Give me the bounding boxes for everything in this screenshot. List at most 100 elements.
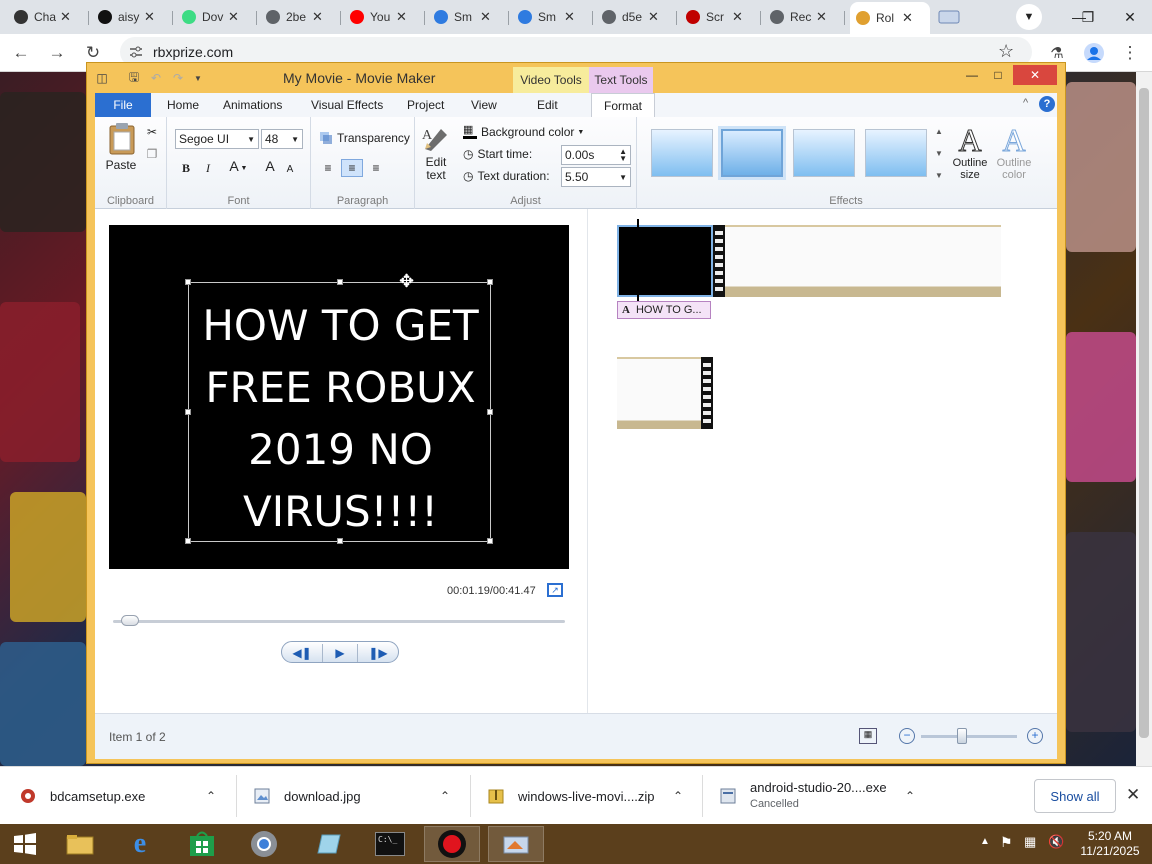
font-size-select[interactable]: 48 ▼ [261, 129, 303, 149]
tab-close-icon[interactable]: ✕ [732, 9, 743, 25]
browser-tab[interactable]: Rol ✕ [850, 2, 930, 34]
italic-button[interactable]: I [199, 159, 217, 177]
tab-close-icon[interactable]: ✕ [312, 9, 323, 25]
action-center-flag-icon[interactable]: ⚑ [1000, 834, 1013, 851]
start-button[interactable] [0, 826, 50, 862]
chevron-up-icon[interactable]: ⌃ [206, 789, 216, 803]
system-clock[interactable]: 5:20 AM 11/21/2025 [1070, 829, 1150, 859]
resize-handle[interactable] [337, 279, 343, 285]
align-center-button[interactable]: ≡ [341, 159, 363, 177]
zoom-slider-track[interactable] [921, 735, 1017, 738]
caption-track-item[interactable]: A HOW TO G... [617, 301, 711, 319]
volume-muted-icon[interactable]: 🔇 [1048, 834, 1064, 850]
tab-close-icon[interactable]: ✕ [228, 9, 239, 25]
mm-minimize-button[interactable]: — [959, 65, 985, 85]
paste-button[interactable]: Paste [101, 123, 141, 179]
outline-size-button[interactable]: A Outline size [949, 123, 991, 182]
chevron-up-icon[interactable]: ⌃ [905, 789, 915, 803]
close-window-button[interactable]: ✕ [1108, 0, 1152, 34]
video-clip-thumbnail[interactable] [725, 225, 1001, 297]
tab-close-icon[interactable]: ✕ [902, 10, 913, 26]
copy-icon[interactable]: ❐ [143, 145, 161, 163]
movie-maker-taskbar-icon[interactable] [488, 826, 544, 862]
page-scrollbar-thumb[interactable] [1139, 88, 1149, 738]
command-prompt-icon[interactable]: C:\_ [362, 826, 418, 862]
resize-handle[interactable] [487, 279, 493, 285]
browser-tab[interactable]: d5e ✕ [596, 4, 672, 30]
customize-toolbar-icon[interactable]: ▼ [191, 71, 205, 85]
show-all-button[interactable]: Show all [1034, 779, 1116, 813]
tray-overflow-icon[interactable]: ▲ [980, 836, 990, 847]
effects-more-icon[interactable]: ▼ [935, 171, 943, 180]
app-menu-icon[interactable]: ◫ [95, 71, 109, 85]
mm-maximize-button[interactable]: □ [985, 65, 1011, 85]
forward-button[interactable]: → [44, 40, 70, 66]
seek-bar[interactable] [113, 620, 565, 623]
tab-close-icon[interactable]: ✕ [396, 9, 407, 25]
bookmark-star-icon[interactable]: ☆ [998, 41, 1014, 62]
close-downloads-icon[interactable]: ✕ [1126, 785, 1140, 805]
tab-close-icon[interactable]: ✕ [144, 9, 155, 25]
collapse-ribbon-icon[interactable]: ^ [1023, 97, 1028, 109]
play-button[interactable]: ▶ [322, 644, 358, 662]
browser-tab[interactable]: 2be ✕ [260, 4, 336, 30]
site-info-icon[interactable] [129, 45, 143, 59]
tab-home[interactable]: Home [155, 93, 211, 117]
bandicam-icon[interactable] [424, 826, 480, 862]
seek-bar-thumb[interactable] [120, 615, 139, 626]
tab-format[interactable]: Format [591, 93, 655, 117]
zoom-out-button[interactable]: − [899, 728, 915, 744]
network-icon[interactable]: ▦ [1024, 834, 1036, 850]
download-item[interactable]: bdcamsetup.exe [20, 767, 226, 825]
previous-frame-button[interactable]: ◀❚ [284, 644, 320, 662]
download-item[interactable]: download.jpg [254, 767, 460, 825]
browser-tab[interactable]: aisy ✕ [92, 4, 168, 30]
start-time-spinner[interactable]: 0.00s ▲ ▼ [561, 145, 631, 165]
effect-thumbnail[interactable] [651, 129, 713, 177]
pane-divider[interactable] [587, 209, 588, 713]
transparency-button[interactable]: Transparency [319, 131, 410, 145]
align-left-button[interactable]: ≡ [319, 159, 337, 177]
tab-close-icon[interactable]: ✕ [564, 9, 575, 25]
browser-tab[interactable]: Dov ✕ [176, 4, 252, 30]
effect-thumbnail-selected[interactable] [721, 129, 783, 177]
tab-close-icon[interactable]: ✕ [60, 9, 71, 25]
shrink-font-button[interactable]: A [281, 160, 299, 178]
browser-tab[interactable]: Scr ✕ [680, 4, 756, 30]
tab-close-icon[interactable]: ✕ [816, 9, 827, 25]
title-clip-thumbnail[interactable] [617, 225, 713, 297]
next-frame-button[interactable]: ❚▶ [360, 644, 396, 662]
grow-font-button[interactable]: A [261, 157, 279, 175]
thumbnail-size-icon[interactable]: ▦ [859, 728, 877, 744]
effect-thumbnail[interactable] [865, 129, 927, 177]
text-overlay-box[interactable]: ✥ HOW TO GET FREE ROBUX 2019 NO VIRUS!!!… [185, 271, 493, 544]
browser-tab[interactable]: Cha ✕ [8, 4, 84, 30]
help-icon[interactable]: ? [1039, 96, 1055, 112]
outline-color-button[interactable]: A Outline color [993, 123, 1035, 182]
tab-close-icon[interactable]: ✕ [480, 9, 491, 25]
chrome-icon[interactable] [236, 826, 292, 862]
tab-view[interactable]: View [459, 93, 509, 117]
new-tab-icon[interactable] [936, 8, 962, 26]
mm-close-button[interactable]: ✕ [1013, 65, 1057, 85]
effect-thumbnail[interactable] [793, 129, 855, 177]
chevron-up-icon[interactable]: ⌃ [673, 789, 683, 803]
chevron-up-icon[interactable]: ⌃ [440, 789, 450, 803]
overlay-caption-text[interactable]: HOW TO GET FREE ROBUX 2019 NO VIRUS!!!! [189, 295, 492, 543]
split-preview-icon[interactable]: ↗ [547, 583, 563, 597]
effects-scroll-up-icon[interactable]: ▲ [935, 127, 943, 136]
browser-tab[interactable]: Sm ✕ [512, 4, 588, 30]
resize-handle[interactable] [185, 279, 191, 285]
browser-tab[interactable]: You ✕ [344, 4, 420, 30]
tab-project[interactable]: Project [395, 93, 456, 117]
video-clip-thumbnail[interactable] [617, 357, 701, 429]
save-icon[interactable]: 🖫 [127, 70, 141, 85]
maximize-button[interactable]: ❐ [1068, 0, 1108, 34]
tab-search-button[interactable]: ▼ [1016, 4, 1042, 30]
edit-text-button[interactable]: A Edit text [421, 125, 455, 182]
tab-close-icon[interactable]: ✕ [648, 9, 659, 25]
redo-icon[interactable]: ↷ [171, 71, 185, 85]
browser-tab[interactable]: Sm ✕ [428, 4, 504, 30]
store-icon[interactable] [174, 826, 230, 862]
download-item[interactable]: android-studio-20....exe Cancelled [720, 767, 926, 825]
